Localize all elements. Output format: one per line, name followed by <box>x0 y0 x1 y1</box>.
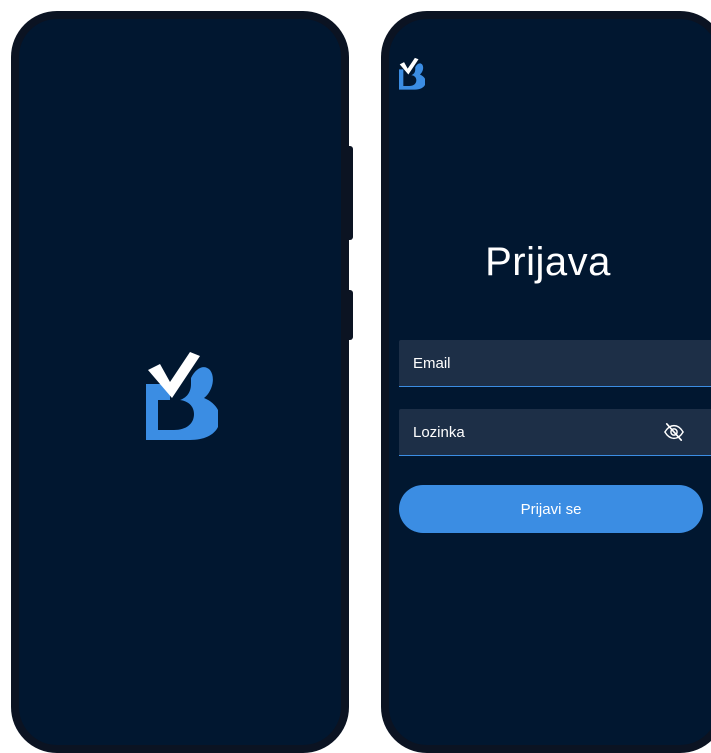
power-button <box>349 290 353 340</box>
password-field[interactable]: Lozinka <box>399 409 711 456</box>
login-phone-frame: Prijava Email Lozinka Prijavi se <box>381 11 711 753</box>
page-title: Prijava <box>485 240 611 284</box>
stage: Prijava Email Lozinka Prijavi se <box>0 0 711 753</box>
email-field[interactable]: Email <box>399 340 711 387</box>
login-button[interactable]: Prijavi se <box>399 485 703 533</box>
brand-logo-icon <box>146 352 218 440</box>
login-screen: Prijava Email Lozinka Prijavi se <box>389 19 711 745</box>
splash-logo <box>146 348 218 440</box>
eye-off-icon[interactable] <box>663 422 685 442</box>
email-label: Email <box>413 355 451 372</box>
splash-screen <box>19 19 341 745</box>
header-logo <box>399 56 425 90</box>
splash-phone-frame <box>11 11 349 753</box>
brand-logo-icon <box>399 57 425 90</box>
password-label: Lozinka <box>413 424 465 441</box>
volume-button <box>349 146 353 240</box>
